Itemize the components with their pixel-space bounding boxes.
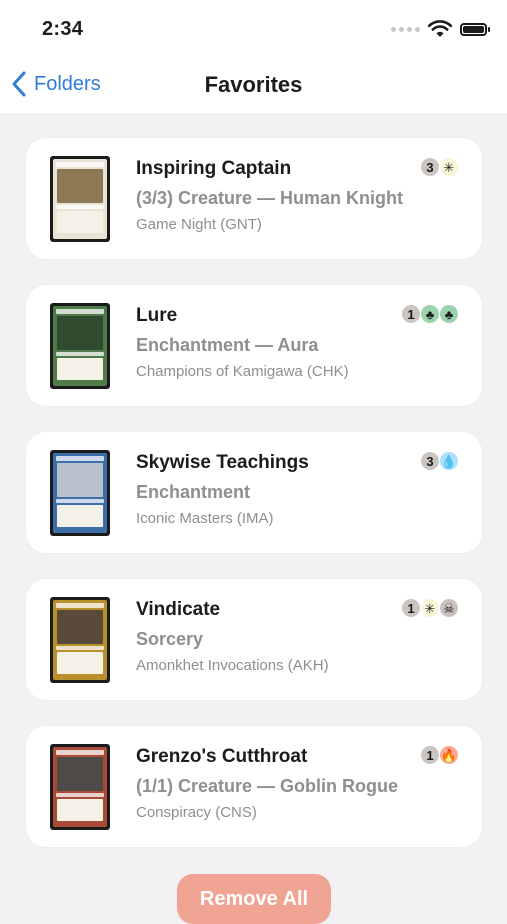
card-list-item[interactable]: Skywise Teachings Enchantment Iconic Maste… [26, 432, 482, 553]
cellular-signal-icon [391, 26, 420, 32]
card-name: Grenzo's Cutthroat [136, 746, 308, 767]
mana-symbol-icon: 💧 [440, 452, 458, 470]
card-set: Champions of Kamigawa (CHK) [136, 363, 349, 380]
card-name: Lure [136, 305, 178, 326]
card-name: Skywise Teachings [136, 452, 309, 473]
page-title: Favorites [204, 72, 303, 97]
navigation-bar: Folders Favorites [0, 60, 507, 115]
card-list-item[interactable]: Grenzo's Cutthroat (1/1) Creature — Gobli… [26, 726, 482, 847]
card-set: Conspiracy (CNS) [136, 804, 257, 821]
card-name: Vindicate [136, 599, 221, 620]
remove-all-button[interactable]: Remove All [177, 874, 331, 924]
mana-symbol-icon: 3 [421, 452, 439, 470]
status-bar: 2:34 [0, 0, 507, 60]
mana-cost: 1 🔥 [421, 746, 458, 764]
card-type-line: Sorcery [136, 629, 204, 649]
card-thumbnail [50, 303, 110, 389]
mana-symbol-icon: 3 [421, 158, 439, 176]
mana-cost: 1 ♣ ♣ [402, 305, 458, 323]
card-name: Inspiring Captain [136, 158, 292, 179]
favorites-list: Inspiring Captain (3/3) Creature — Human … [26, 138, 482, 873]
mana-symbol-icon: ♣ [440, 305, 458, 323]
status-time: 2:34 [42, 18, 84, 40]
mana-cost: 3 ✳ [421, 158, 458, 176]
card-set: Amonkhet Invocations (AKH) [136, 657, 329, 674]
card-set: Iconic Masters (IMA) [136, 510, 274, 527]
mana-symbol-icon: ✳ [421, 599, 439, 617]
mana-symbol-icon: ✳ [440, 158, 458, 176]
mana-cost: 3 💧 [421, 452, 458, 470]
mana-symbol-icon: 🔥 [440, 746, 458, 764]
card-type-line: (3/3) Creature — Human Knight [136, 188, 404, 208]
card-list-item[interactable]: Lure Enchantment — Aura Champions of Kamig… [26, 285, 482, 406]
card-thumbnail [50, 450, 110, 536]
card-type-line: Enchantment — Aura [136, 335, 319, 355]
mana-symbol-icon: ♣ [421, 305, 439, 323]
card-list-item[interactable]: Inspiring Captain (3/3) Creature — Human … [26, 138, 482, 259]
battery-icon [460, 22, 490, 36]
mana-symbol-icon: ☠ [440, 599, 458, 617]
card-thumbnail [50, 597, 110, 683]
mana-symbol-icon: 1 [402, 599, 420, 617]
card-type-line: Enchantment [136, 482, 251, 502]
wifi-icon [428, 20, 452, 37]
card-thumbnail [50, 744, 110, 830]
mana-symbol-icon: 1 [421, 746, 439, 764]
card-list-item[interactable]: Vindicate Sorcery Amonkhet Invocations (AK… [26, 579, 482, 700]
status-icons [391, 20, 490, 38]
card-thumbnail [50, 156, 110, 242]
mana-cost: 1 ✳ ☠ [402, 599, 458, 617]
mana-symbol-icon: 1 [402, 305, 420, 323]
card-type-line: (1/1) Creature — Goblin Rogue [136, 776, 399, 796]
card-set: Game Night (GNT) [136, 216, 262, 233]
